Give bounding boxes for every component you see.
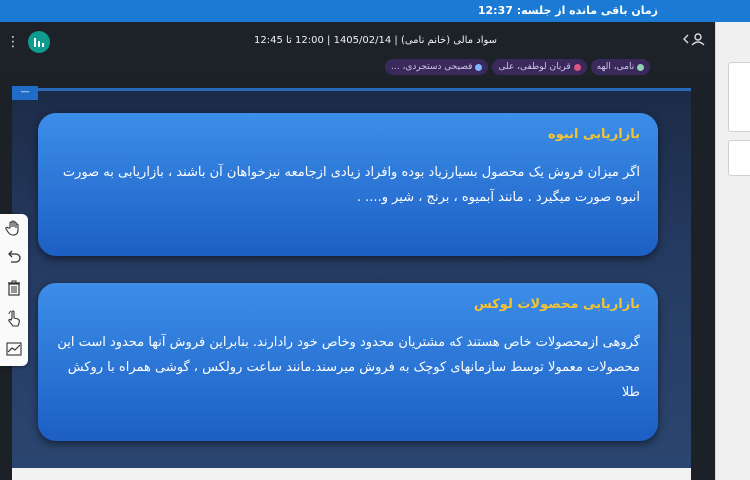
session-timer-bar: زمان باقی مانده از جلسه: 12:37 [0,0,750,22]
stage-collapse-button[interactable]: — [12,86,38,100]
participant-name: فصیحی دستجردی، ... [391,62,473,72]
chart-line-icon[interactable] [3,338,25,360]
meeting-title: سواد مالی (خانم نامی) | 1405/02/14 | 12:… [254,35,498,46]
pointer-hand-icon[interactable] [3,307,25,329]
annotation-toolbar [0,214,28,366]
participant-chip[interactable]: قربان لوطفی، علی [492,59,587,75]
card-heading: بازاریابی انبوه [548,127,640,142]
side-panel-card[interactable] [728,62,750,132]
trash-icon[interactable] [3,277,25,299]
card-heading: بازاریابی محصولات لوکس [473,297,640,312]
mic-status-icon [637,63,645,71]
right-side-panel [715,22,750,480]
presentation-controls-strip [12,468,691,480]
undo-icon[interactable] [3,247,25,269]
participant-chip[interactable]: نامی، الهه [590,59,651,75]
more-options-icon[interactable]: ⋮ [6,34,20,50]
hand-icon[interactable] [3,217,25,239]
session-timer-text: زمان باقی مانده از جلسه: 12:37 [477,4,658,17]
participant-name: نامی، الهه [596,62,635,72]
card-body: گروهی ازمحصولات خاص هستند که مشتریان محد… [57,335,640,400]
slide-card-luxury-marketing: بازاریابی محصولات لوکس گروهی ازمحصولات خ… [38,283,658,441]
mic-status-icon [573,63,581,71]
participant-chips: نامی، الهه قربان لوطفی، علی فصیحی دستجردی،… [385,59,651,75]
app-logo-icon[interactable] [28,31,50,53]
mic-status-icon [475,63,483,71]
card-body: اگر میزان فروش یک محصول بسیارزیاد بوده و… [62,165,640,205]
participant-chip[interactable]: فصیحی دستجردی، ... [385,59,489,75]
meeting-header: ⋮ سواد مالی (خانم نامی) | 1405/02/14 | 1… [0,22,715,78]
slide-card-mass-marketing: بازاریابی انبوه اگر میزان فروش یک محصول … [38,113,658,256]
participant-name: قربان لوطفی، علی [498,62,571,72]
user-toggle-icon[interactable] [682,32,708,50]
side-panel-card[interactable] [728,140,750,176]
